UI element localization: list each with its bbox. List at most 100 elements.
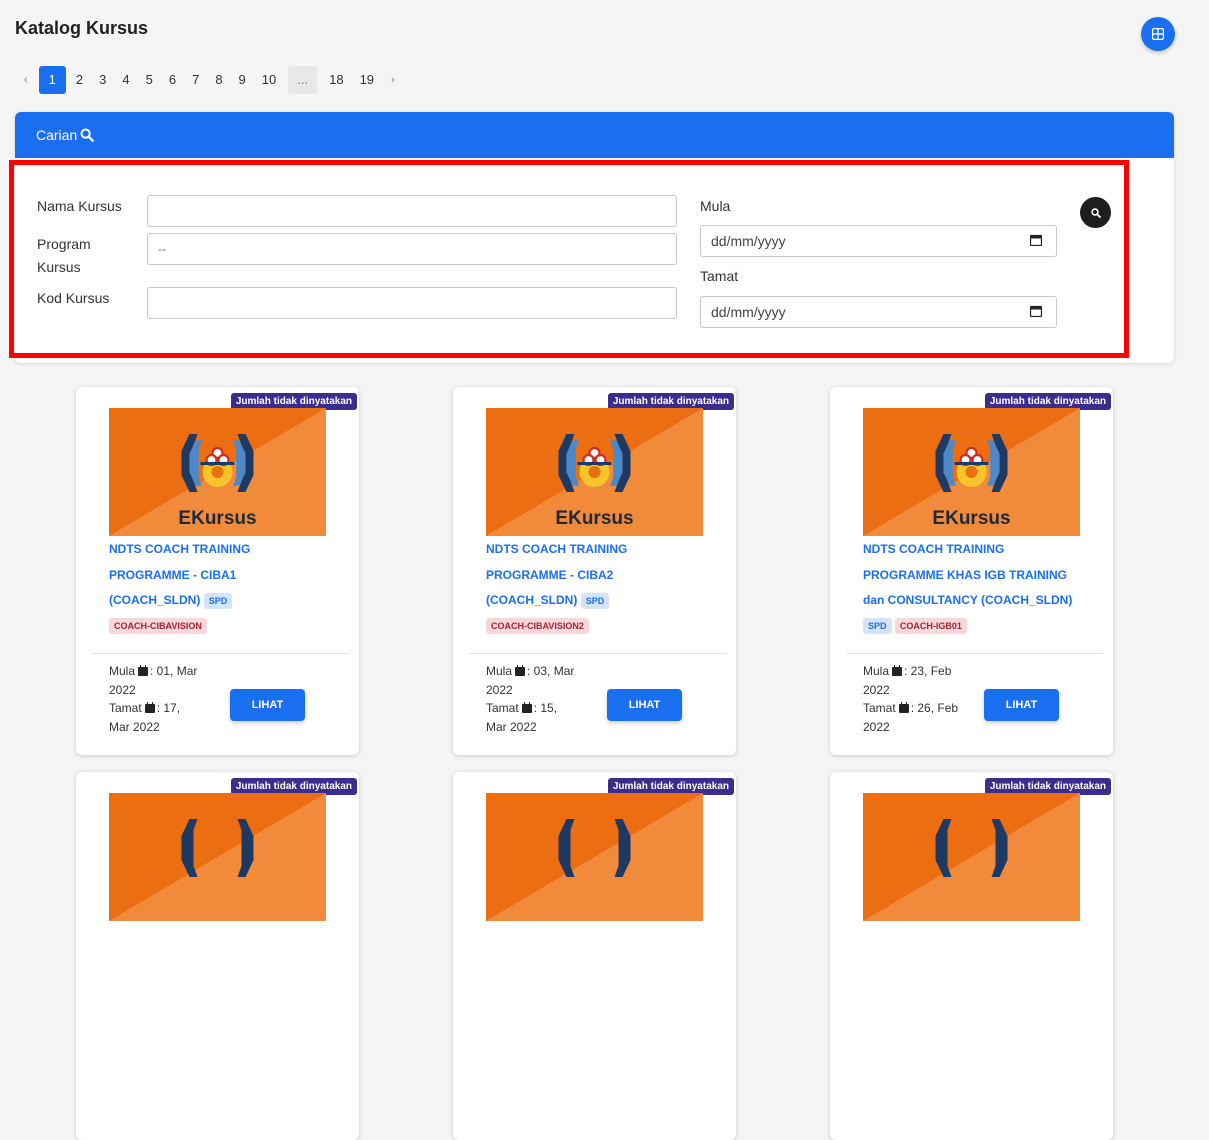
mula-date-input[interactable]: dd/mm/yyyy — [700, 225, 1057, 257]
tamat-text: Tamat — [109, 701, 142, 715]
course-code-tag: COACH-CIBAVISION — [109, 618, 207, 635]
course-title-line[interactable]: NDTS COACH TRAINING — [109, 537, 324, 563]
mula-date: : 01, Mar — [150, 664, 198, 678]
thumb-label: EKursus — [178, 508, 256, 529]
course-title[interactable]: NDTS COACH TRAINING PROGRAMME - CIBA1 (C… — [109, 537, 324, 639]
tamat-date: : 26, Feb — [910, 701, 959, 715]
mula-date: : 03, Mar — [527, 664, 575, 678]
tamat-date-input[interactable]: dd/mm/yyyy — [700, 296, 1057, 328]
tamat-date-placeholder: dd/mm/yyyy — [711, 304, 786, 320]
course-title-line[interactable]: PROGRAMME KHAS IGB TRAINING — [863, 563, 1078, 589]
course-card: Jumlah tidak dinyatakan EKursus NDTS COA… — [76, 387, 359, 755]
calendar-icon — [898, 702, 909, 713]
mula-date-placeholder: dd/mm/yyyy — [711, 233, 786, 249]
pagination-prev[interactable]: ‹ — [15, 66, 37, 94]
search-icon — [1090, 207, 1101, 218]
search-submit-button[interactable] — [1080, 197, 1111, 228]
calendar-icon[interactable] — [1029, 233, 1043, 249]
nama-kursus-label: Nama Kursus — [37, 198, 122, 214]
program-kursus-label-line2: Kursus — [37, 259, 81, 275]
program-kursus-select[interactable]: -- — [147, 233, 677, 265]
lihat-button[interactable]: LIHAT — [230, 689, 305, 721]
course-title[interactable]: NDTS COACH TRAINING PROGRAMME - CIBA2 (C… — [486, 537, 701, 639]
course-thumbnail: EKursus — [863, 408, 1080, 536]
tamat-label: Tamat — [700, 268, 739, 284]
course-thumbnail: EKursus — [109, 408, 326, 536]
card-divider — [469, 653, 726, 654]
course-title-line[interactable]: (COACH_SLDN) — [109, 593, 200, 607]
course-dates: Mula : 03, Mar 2022 Tamat : 15, Mar 2022 — [486, 662, 601, 736]
course-title[interactable]: NDTS COACH TRAINING PROGRAMME KHAS IGB T… — [863, 537, 1078, 639]
mula-label: Mula — [700, 198, 731, 214]
mula-text: Mula — [863, 664, 890, 678]
course-card: Jumlah tidak dinyatakan EKursus NDTS COA… — [830, 387, 1113, 755]
program-kursus-label-line1: Program — [37, 236, 91, 252]
course-title-line[interactable]: PROGRAMME - CIBA1 — [109, 563, 324, 589]
grid-view-toggle-button[interactable] — [1141, 17, 1175, 51]
page-9[interactable]: 9 — [231, 66, 254, 94]
mula-date: : 23, Feb — [904, 664, 952, 678]
course-thumbnail: EKursus — [486, 408, 703, 536]
tamat-date: : 17, — [156, 701, 181, 715]
thumb-label: EKursus — [555, 508, 633, 529]
page-1[interactable]: 1 — [38, 66, 66, 94]
page-6[interactable]: 6 — [161, 66, 184, 94]
mula-text: Mula — [486, 664, 513, 678]
nama-kursus-input[interactable] — [147, 195, 677, 227]
tamat-date-year: 2022 — [863, 719, 890, 734]
calendar-icon — [138, 665, 149, 676]
search-header: Carian — [15, 112, 1174, 158]
grid-icon — [1152, 28, 1164, 40]
page-10[interactable]: 10 — [254, 66, 284, 94]
page-2[interactable]: 2 — [68, 66, 91, 94]
course-thumbnail — [863, 793, 1080, 921]
calendar-icon — [515, 665, 526, 676]
page-5[interactable]: 5 — [138, 66, 161, 94]
pagination-ellipsis[interactable]: ... — [288, 66, 318, 94]
course-code-tag: COACH-CIBAVISION2 — [486, 618, 589, 635]
course-card: Jumlah tidak dinyatakan — [453, 772, 736, 1140]
page-4[interactable]: 4 — [114, 66, 137, 94]
course-title-line[interactable]: PROGRAMME - CIBA2 — [486, 563, 701, 589]
tamat-date: : 15, — [533, 701, 558, 715]
page-3[interactable]: 3 — [91, 66, 114, 94]
course-thumbnail — [486, 793, 703, 921]
category-tag: SPD — [203, 592, 233, 609]
course-title-line[interactable]: NDTS COACH TRAINING — [486, 537, 701, 563]
lihat-button[interactable]: LIHAT — [607, 689, 682, 721]
course-thumbnail — [109, 793, 326, 921]
course-code-tag: COACH-IGB01 — [894, 618, 967, 635]
pagination-next[interactable]: › — [382, 66, 404, 94]
course-title-line[interactable]: NDTS COACH TRAINING — [863, 537, 1078, 563]
category-tag: SPD — [580, 592, 610, 609]
pagination: ‹ 1 2 3 4 5 6 7 8 9 10 ... 18 19 › — [15, 66, 404, 94]
kod-kursus-label: Kod Kursus — [37, 290, 110, 306]
tamat-text: Tamat — [486, 701, 519, 715]
course-dates: Mula: 01, Mar 2022 Tamat: 17, Mar 2022 — [109, 662, 224, 736]
kod-kursus-input[interactable] — [147, 287, 677, 319]
course-title-line[interactable]: (COACH_SLDN) — [486, 593, 577, 607]
page-7[interactable]: 7 — [184, 66, 207, 94]
mula-text: Mula — [109, 664, 136, 678]
calendar-icon — [892, 665, 903, 676]
card-divider — [92, 653, 349, 654]
tamat-text: Tamat — [863, 701, 896, 715]
course-dates: Mula: 23, Feb 2022 Tamat: 26, Feb 2022 — [863, 662, 978, 736]
calendar-icon — [521, 702, 532, 713]
calendar-icon — [144, 702, 155, 713]
course-card: Jumlah tidak dinyatakan — [830, 772, 1113, 1140]
search-header-title: Carian — [36, 127, 78, 143]
mula-date-year: 2022 — [486, 682, 513, 697]
tamat-date-year: Mar 2022 — [486, 719, 537, 734]
search-icon — [80, 128, 95, 142]
lihat-button[interactable]: LIHAT — [984, 689, 1059, 721]
page-title: Katalog Kursus — [15, 18, 149, 38]
page-8[interactable]: 8 — [207, 66, 230, 94]
course-title-line[interactable]: dan CONSULTANCY (COACH_SLDN) — [863, 588, 1078, 614]
page-19[interactable]: 19 — [352, 66, 382, 94]
course-card: Jumlah tidak dinyatakan EKursus NDTS COA… — [453, 387, 736, 755]
calendar-icon[interactable] — [1029, 304, 1043, 320]
tamat-date-year: Mar 2022 — [109, 719, 160, 734]
card-divider — [846, 653, 1103, 654]
page-18[interactable]: 18 — [321, 66, 351, 94]
